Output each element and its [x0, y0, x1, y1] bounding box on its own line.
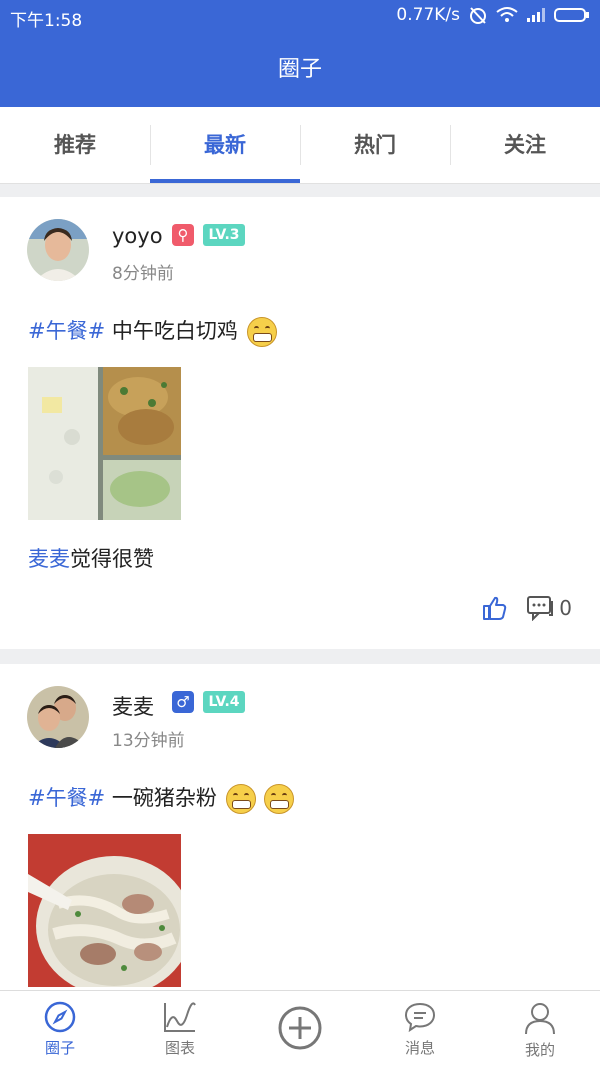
nav-profile[interactable]: 我的 — [480, 991, 600, 1068]
alarm-off-icon — [470, 7, 486, 24]
status-icons: 0.77K/s — [396, 5, 590, 25]
app-bar: 圈子 — [0, 32, 600, 107]
chart-icon — [164, 1002, 196, 1032]
compass-icon — [44, 1001, 76, 1033]
post-image[interactable] — [28, 367, 181, 520]
post-time: 8分钟前 — [112, 264, 174, 284]
liker-name[interactable]: 麦麦 — [28, 547, 70, 571]
comment-button[interactable]: 0 — [527, 595, 572, 621]
post-text: 中午吃白切鸡 — [105, 319, 238, 343]
comment-count: 0 — [559, 596, 572, 620]
post-content: #午餐# 中午吃白切鸡 — [28, 315, 277, 347]
avatar[interactable] — [27, 686, 89, 748]
like-icon[interactable] — [481, 595, 507, 621]
post-time: 13分钟前 — [112, 731, 185, 751]
post-image[interactable] — [28, 834, 181, 987]
nav-messages[interactable]: 消息 — [360, 991, 480, 1068]
tab-latest[interactable]: 最新 — [150, 107, 300, 183]
nav-label: 消息 — [404, 1039, 435, 1057]
network-speed: 0.77K/s — [396, 5, 460, 25]
grin-emoji-icon — [225, 784, 256, 814]
tab-recommend[interactable]: 推荐 — [0, 107, 150, 183]
status-bar: 下午1:58 0.77K/s — [0, 0, 600, 32]
tab-following[interactable]: 关注 — [450, 107, 600, 183]
male-icon: ♂ — [172, 691, 194, 713]
nav-label: 圈子 — [44, 1039, 75, 1057]
likes-text: 觉得很赞 — [70, 547, 154, 571]
username[interactable]: yoyo — [112, 224, 163, 248]
user-icon — [525, 1003, 555, 1035]
level-badge: LV.3 — [203, 224, 245, 246]
message-icon — [404, 1002, 436, 1033]
nav-chart[interactable]: 图表 — [120, 991, 240, 1068]
username[interactable]: 麦麦 — [112, 691, 154, 721]
nav-circle[interactable]: 圈子 — [0, 991, 120, 1068]
post-content: #午餐# 一碗猪杂粉 — [28, 782, 295, 814]
tab-hot[interactable]: 热门 — [300, 107, 450, 183]
nav-add[interactable] — [240, 991, 360, 1068]
comment-icon — [527, 596, 554, 621]
post-text: 一碗猪杂粉 — [105, 786, 217, 810]
battery-icon — [554, 8, 589, 22]
tab-bar: 推荐 最新 热门 关注 — [0, 107, 600, 184]
add-circle-icon — [278, 1006, 322, 1050]
wifi-icon — [496, 7, 518, 22]
bottom-nav: 圈子 图表 消息 我的 — [0, 990, 600, 1068]
likes-summary: 麦麦觉得很赞 — [28, 543, 154, 573]
post-card[interactable]: yoyo ⚲ LV.3 8分钟前 #午餐# 中午吃白切鸡 麦麦觉得很赞 0 — [0, 197, 600, 649]
grin-emoji-icon — [246, 317, 277, 347]
signal-icon — [527, 8, 545, 22]
grin-emoji-icon — [264, 784, 295, 814]
avatar[interactable] — [27, 219, 89, 281]
page-title: 圈子 — [277, 57, 322, 82]
level-badge: LV.4 — [203, 691, 245, 713]
nav-label: 图表 — [164, 1039, 195, 1057]
female-icon: ⚲ — [172, 224, 194, 246]
post-card[interactable]: 麦麦 ♂ LV.4 13分钟前 #午餐# 一碗猪杂粉 — [0, 664, 600, 990]
status-time: 下午1:58 — [10, 11, 83, 31]
topic-tag[interactable]: #午餐# — [28, 786, 105, 810]
post-actions: 0 — [481, 595, 572, 621]
nav-label: 我的 — [524, 1041, 555, 1059]
topic-tag[interactable]: #午餐# — [28, 319, 105, 343]
